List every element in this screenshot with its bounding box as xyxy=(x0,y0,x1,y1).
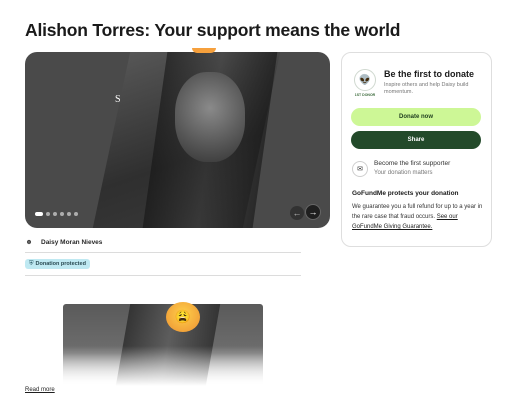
organizer-row[interactable]: ☻ Daisy Moran Nieves xyxy=(25,232,301,253)
carousel-dots xyxy=(35,212,78,216)
supporter-subtext: Your donation matters xyxy=(374,170,433,176)
first-donor-badge: 👽 1ST DONOR xyxy=(354,69,376,99)
protection-heading: GoFundMe protects your donation xyxy=(352,190,459,197)
arrow-right-icon: → xyxy=(308,207,318,217)
story-photo xyxy=(63,304,263,386)
carousel-dot-2[interactable] xyxy=(46,212,50,216)
first-donate-subtext: Inspire others and help Daisy build mome… xyxy=(384,82,469,95)
divider xyxy=(25,275,301,276)
protection-text: We guarantee you a full refund for up to… xyxy=(352,202,484,232)
hero-photo-face xyxy=(175,72,245,162)
protection-body: We guarantee you a full refund for up to… xyxy=(352,204,483,220)
donate-card: 👽 1ST DONOR Be the first to donate Inspi… xyxy=(341,52,492,247)
shield-icon: ⛨ xyxy=(29,260,34,267)
emoji-top-edge xyxy=(192,48,216,53)
carousel-dot-5[interactable] xyxy=(67,212,71,216)
supporter-title: Become the first supporter xyxy=(374,160,451,167)
organizer-icon: ☻ xyxy=(25,238,33,246)
donation-protected-label: Donation protected xyxy=(35,261,86,267)
carousel-dot-1[interactable] xyxy=(35,212,43,216)
donate-now-button[interactable]: Donate now xyxy=(351,108,481,126)
carousel-dot-6[interactable] xyxy=(74,212,78,216)
alien-donor-icon: 👽 xyxy=(354,69,376,91)
carousel-dot-4[interactable] xyxy=(60,212,64,216)
carousel-dot-3[interactable] xyxy=(53,212,57,216)
arrow-left-icon: ← xyxy=(292,208,302,218)
first-donate-heading: Be the first to donate xyxy=(384,69,475,79)
share-button[interactable]: Share xyxy=(351,131,481,149)
read-more-link[interactable]: Read more xyxy=(25,387,55,393)
supporter-icon: ✉ xyxy=(352,161,368,177)
organizer-name: Daisy Moran Nieves xyxy=(41,238,103,246)
donation-protected-badge[interactable]: ⛨ Donation protected xyxy=(25,259,90,269)
weary-face-emoji-icon: 😩 xyxy=(166,302,200,332)
first-donor-label: 1ST DONOR xyxy=(354,93,376,97)
carousel-next-button[interactable]: → xyxy=(305,204,321,220)
hero-image-carousel[interactable]: S ← → xyxy=(25,52,330,228)
hero-overlay-text: S xyxy=(115,94,121,105)
carousel-prev-button[interactable]: ← xyxy=(290,206,304,220)
page-title: Alishon Torres: Your support means the w… xyxy=(25,20,401,40)
story-fade xyxy=(63,346,263,386)
